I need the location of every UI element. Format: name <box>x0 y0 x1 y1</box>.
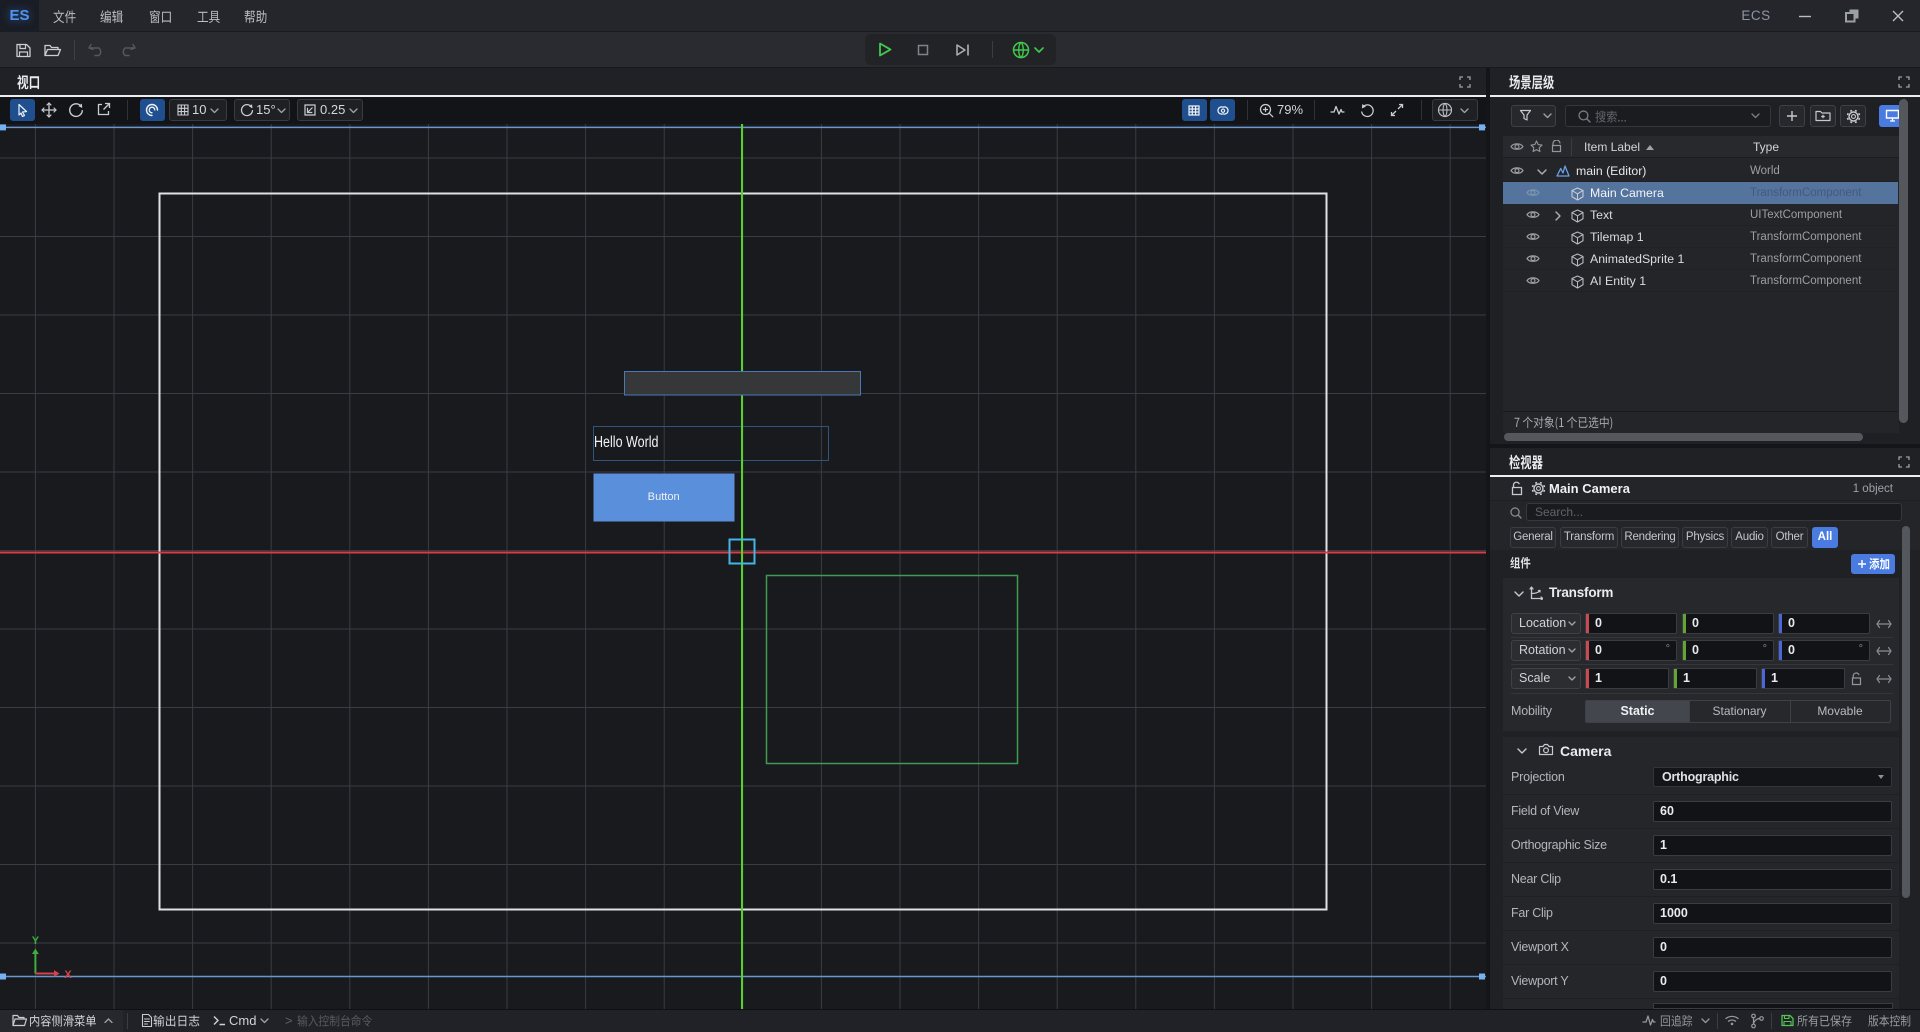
svg-text:Button: Button <box>648 491 680 503</box>
svg-text:Hello World: Hello World <box>594 434 659 451</box>
svg-text:X: X <box>64 969 72 981</box>
svg-text:Y: Y <box>32 935 40 947</box>
